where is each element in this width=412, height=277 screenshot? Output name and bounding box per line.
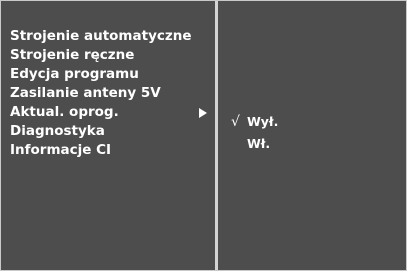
menu-item-label: Diagnostyka [10, 123, 105, 139]
main-menu-list: Strojenie automatyczne Strojenie ręczne … [8, 27, 213, 160]
option-wyl[interactable]: √ Wył. [231, 111, 391, 133]
menu-item-aktual-oprog[interactable]: Aktual. oprog. [8, 103, 213, 122]
menu-item-label: Informacje CI [10, 142, 112, 158]
menu-item-label: Zasilanie anteny 5V [10, 85, 161, 101]
menu-item-zasilanie-anteny[interactable]: Zasilanie anteny 5V [8, 84, 213, 103]
menu-item-label: Strojenie automatyczne [10, 28, 192, 44]
menu-item-label: Edycja programu [10, 66, 139, 82]
checkmark-icon: √ [231, 114, 240, 130]
menu-item-label: Strojenie ręczne [10, 47, 135, 63]
submenu-options-list: √ Wył. Wł. [231, 111, 391, 155]
menu-item-label: Aktual. oprog. [10, 104, 119, 120]
menu-item-informacje-ci[interactable]: Informacje CI [8, 141, 213, 160]
option-label: Wył. [247, 114, 279, 129]
setup-menu-panel: Strojenie automatyczne Strojenie ręczne … [0, 0, 407, 271]
panel-divider [215, 1, 218, 270]
menu-item-edycja-programu[interactable]: Edycja programu [8, 65, 213, 84]
option-label: Wł. [247, 136, 271, 151]
menu-item-strojenie-reczne[interactable]: Strojenie ręczne [8, 46, 213, 65]
menu-item-strojenie-automatyczne[interactable]: Strojenie automatyczne [8, 27, 213, 46]
option-wl[interactable]: Wł. [231, 133, 391, 155]
submenu-arrow-icon [199, 108, 207, 118]
menu-item-diagnostyka[interactable]: Diagnostyka [8, 122, 213, 141]
